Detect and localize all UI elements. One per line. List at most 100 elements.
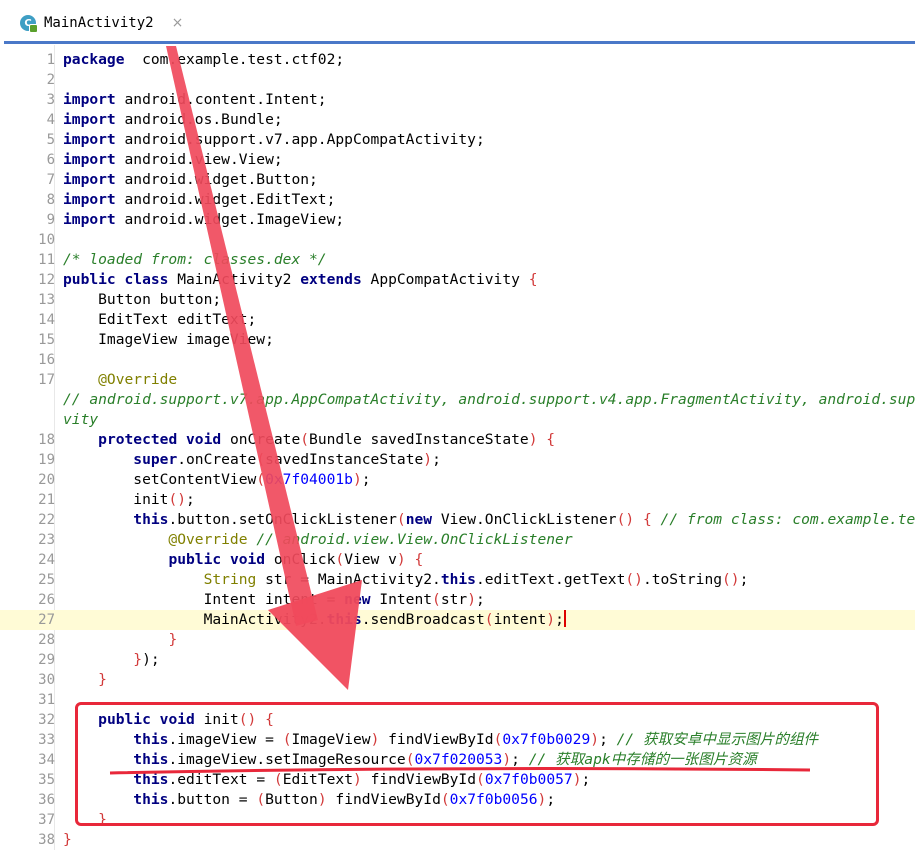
code-token: android.content.Intent;: [115, 91, 327, 108]
line-number-cell: 31: [0, 690, 55, 710]
code-line[interactable]: 16: [0, 350, 915, 370]
code-line[interactable]: 22 this.button.setOnClickListener(new Vi…: [0, 510, 915, 530]
code-token: (: [335, 551, 345, 568]
code-token: ;: [476, 591, 485, 608]
code-token: .sendBroadcast: [361, 611, 485, 628]
code-text: }: [63, 630, 177, 650]
code-line[interactable]: 30 }: [0, 670, 915, 690]
code-line[interactable]: 27 MainActivity2.this.sendBroadcast(inte…: [0, 610, 915, 630]
code-line[interactable]: 15 ImageView imageView;: [0, 330, 915, 350]
code-line[interactable]: 8 import android.widget.EditText;: [0, 190, 915, 210]
line-number-cell: 4: [0, 110, 55, 130]
text-cursor: [563, 610, 566, 627]
code-line[interactable]: 26 Intent intent = new Intent(str);: [0, 590, 915, 610]
code-token: ): [352, 471, 362, 488]
line-number-cell: 30: [0, 670, 55, 690]
code-text: }: [63, 670, 107, 690]
line-number-cell: 12: [0, 270, 55, 290]
line-number-cell: [0, 390, 55, 410]
code-line[interactable]: 14 EditText editText;: [0, 310, 915, 330]
code-token: MainActivity2: [168, 271, 301, 288]
code-token: (): [722, 571, 740, 588]
code-token: .toString: [642, 571, 723, 588]
code-line[interactable]: 19 super.onCreate(savedInstanceState);: [0, 450, 915, 470]
code-token: import: [63, 191, 116, 208]
line-number-cell: 6: [0, 150, 55, 170]
code-line[interactable]: 18 protected void onCreate(Bundle savedI…: [0, 430, 915, 450]
code-token: View.OnClickListener: [432, 511, 617, 528]
kotlin-class-icon: C: [20, 15, 38, 33]
line-number: 36: [38, 792, 55, 808]
line-number: 8: [46, 192, 55, 208]
code-line[interactable]: 20 setContentView(0x7f04001b);: [0, 470, 915, 490]
line-number-cell: 11: [0, 250, 55, 270]
code-text: import android.content.Intent;: [63, 90, 327, 110]
code-line[interactable]: 11 /* loaded from: classes.dex */: [0, 250, 915, 270]
code-line[interactable]: 23 @Override // android.view.View.OnClic…: [0, 530, 915, 550]
line-number-cell: 3: [0, 90, 55, 110]
line-number: 30: [38, 672, 55, 688]
line-number-cell: 29: [0, 650, 55, 670]
line-number: 24: [38, 552, 55, 568]
line-number-cell: 25: [0, 570, 55, 590]
code-token: }: [98, 671, 107, 688]
code-token: ): [423, 451, 433, 468]
line-number: 7: [46, 172, 55, 188]
code-line[interactable]: 13 Button button;: [0, 290, 915, 310]
code-line[interactable]: 1 package com.example.test.ctf02;: [0, 50, 915, 70]
code-line[interactable]: // android.support.v7.app.AppCompatActiv…: [0, 390, 915, 410]
code-line[interactable]: 17 @Override: [0, 370, 915, 390]
code-line[interactable]: 6 import android.view.View;: [0, 150, 915, 170]
tab-main-activity2[interactable]: C MainActivity2 ×: [10, 6, 193, 40]
line-number: 21: [38, 492, 55, 508]
code-text: super.onCreate(savedInstanceState);: [63, 450, 441, 470]
line-number: 27: [38, 612, 55, 628]
code-line[interactable]: 24 public void onClick(View v) {: [0, 550, 915, 570]
code-token: .onCreate: [177, 451, 257, 468]
code-line[interactable]: 38}: [0, 830, 915, 850]
code-token: onCreate: [221, 431, 301, 448]
code-token: import: [63, 171, 116, 188]
code-token: (: [396, 511, 406, 528]
code-line[interactable]: 7 import android.widget.Button;: [0, 170, 915, 190]
code-line[interactable]: 25 String str = MainActivity2.this.editT…: [0, 570, 915, 590]
code-text: setContentView(0x7f04001b);: [63, 470, 370, 490]
code-line[interactable]: 29 });: [0, 650, 915, 670]
code-line[interactable]: vity: [0, 410, 915, 430]
code-line[interactable]: 12 public class MainActivity2 extends App…: [0, 270, 915, 290]
code-text: EditText editText;: [63, 310, 256, 330]
code-token: ): [467, 591, 476, 608]
line-number-cell: 18: [0, 430, 55, 450]
line-number: 22: [38, 512, 55, 528]
code-text: @Override // android.view.View.OnClickLi…: [63, 530, 572, 550]
close-icon[interactable]: ×: [172, 15, 184, 31]
code-line[interactable]: 4 import android.os.Bundle;: [0, 110, 915, 130]
code-line[interactable]: 5 import android.support.v7.app.AppCompat…: [0, 130, 915, 150]
line-number: 25: [38, 572, 55, 588]
code-text: // android.support.v7.app.AppCompatActiv…: [63, 390, 915, 410]
code-text: vity: [63, 410, 98, 430]
code-line[interactable]: 21 init();: [0, 490, 915, 510]
code-token: }: [168, 631, 178, 648]
line-number: 34: [38, 752, 55, 768]
code-line[interactable]: 9 import android.widget.ImageView;: [0, 210, 915, 230]
code-line[interactable]: 3 import android.content.Intent;: [0, 90, 915, 110]
code-text: this.button.setOnClickListener(new View.…: [63, 510, 915, 530]
code-token: ;: [186, 491, 195, 508]
code-text: public class MainActivity2 extends AppCo…: [63, 270, 537, 290]
code-token: EditText editText;: [63, 311, 257, 328]
code-token: (: [300, 431, 310, 448]
code-text: /* loaded from: classes.dex */: [63, 250, 327, 270]
code-token: public void: [168, 551, 266, 568]
code-line[interactable]: 28 }: [0, 630, 915, 650]
code-token: android.support.v7.app.AppCompatActivity…: [115, 131, 485, 148]
code-line[interactable]: 10: [0, 230, 915, 250]
code-token: MainActivity2.: [63, 611, 327, 628]
code-line[interactable]: 2: [0, 70, 915, 90]
code-token: Intent intent =: [63, 591, 345, 608]
